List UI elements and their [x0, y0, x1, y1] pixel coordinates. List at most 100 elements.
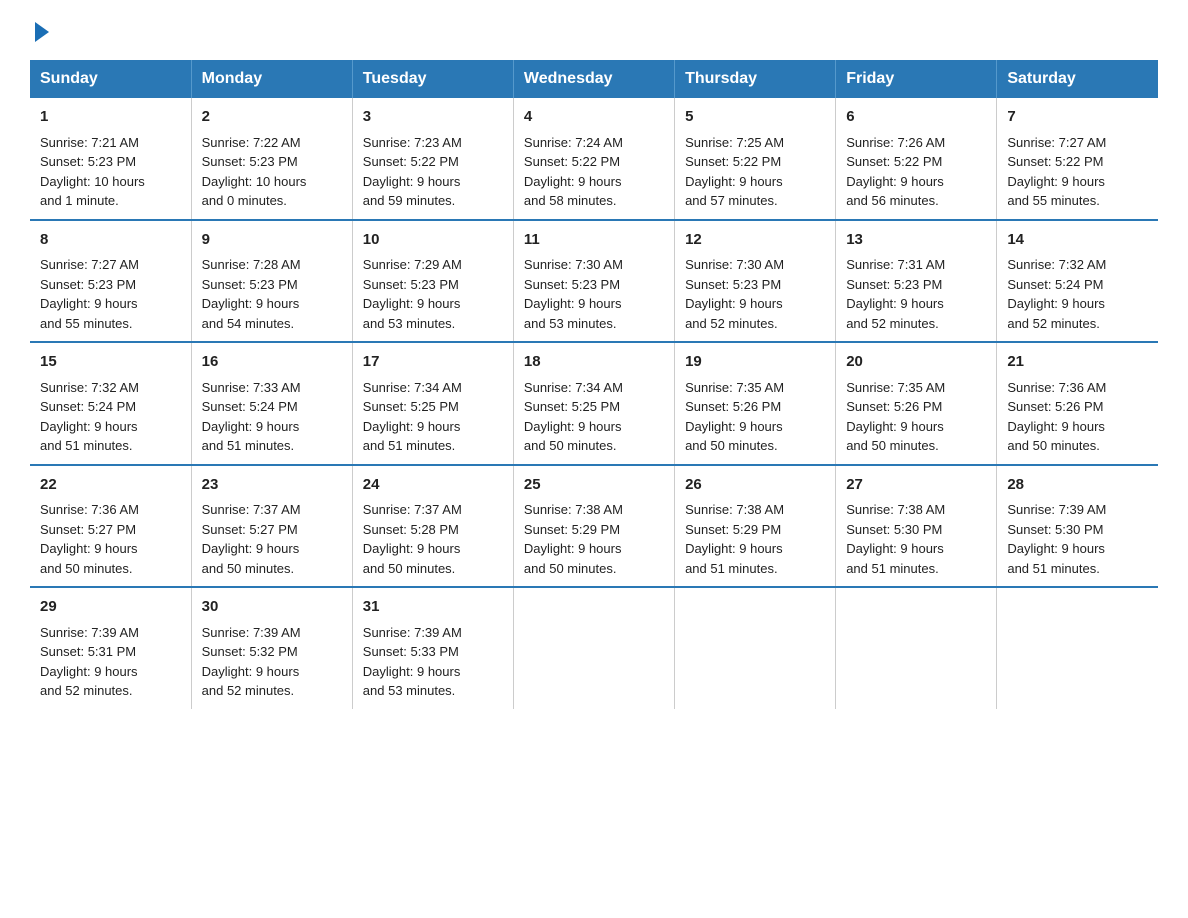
day-info: Sunrise: 7:31 AMSunset: 5:23 PMDaylight:… — [846, 257, 945, 331]
weekday-header-cell: Friday — [836, 60, 997, 98]
day-info: Sunrise: 7:35 AMSunset: 5:26 PMDaylight:… — [685, 380, 784, 454]
calendar-day-cell: 21 Sunrise: 7:36 AMSunset: 5:26 PMDayligh… — [997, 342, 1158, 465]
calendar-week-row: 15 Sunrise: 7:32 AMSunset: 5:24 PMDayligh… — [30, 342, 1158, 465]
calendar-day-cell — [836, 587, 997, 709]
day-info: Sunrise: 7:39 AMSunset: 5:30 PMDaylight:… — [1007, 502, 1106, 576]
day-number: 19 — [685, 351, 825, 374]
calendar-day-cell: 31 Sunrise: 7:39 AMSunset: 5:33 PMDayligh… — [352, 587, 513, 709]
calendar-table: SundayMondayTuesdayWednesdayThursdayFrid… — [30, 60, 1158, 709]
calendar-day-cell: 19 Sunrise: 7:35 AMSunset: 5:26 PMDayligh… — [675, 342, 836, 465]
calendar-day-cell — [675, 587, 836, 709]
day-number: 27 — [846, 474, 986, 497]
day-number: 15 — [40, 351, 181, 374]
day-info: Sunrise: 7:35 AMSunset: 5:26 PMDaylight:… — [846, 380, 945, 454]
calendar-day-cell: 29 Sunrise: 7:39 AMSunset: 5:31 PMDayligh… — [30, 587, 191, 709]
day-number: 21 — [1007, 351, 1148, 374]
calendar-day-cell: 3 Sunrise: 7:23 AMSunset: 5:22 PMDaylight… — [352, 98, 513, 220]
logo — [30, 20, 49, 42]
calendar-day-cell: 28 Sunrise: 7:39 AMSunset: 5:30 PMDayligh… — [997, 465, 1158, 588]
day-info: Sunrise: 7:27 AMSunset: 5:22 PMDaylight:… — [1007, 135, 1106, 209]
day-number: 5 — [685, 106, 825, 129]
day-info: Sunrise: 7:28 AMSunset: 5:23 PMDaylight:… — [202, 257, 301, 331]
day-number: 10 — [363, 229, 503, 252]
day-number: 9 — [202, 229, 342, 252]
day-number: 26 — [685, 474, 825, 497]
day-info: Sunrise: 7:26 AMSunset: 5:22 PMDaylight:… — [846, 135, 945, 209]
day-number: 14 — [1007, 229, 1148, 252]
day-info: Sunrise: 7:37 AMSunset: 5:27 PMDaylight:… — [202, 502, 301, 576]
weekday-header-cell: Sunday — [30, 60, 191, 98]
day-info: Sunrise: 7:39 AMSunset: 5:32 PMDaylight:… — [202, 625, 301, 699]
weekday-header-cell: Tuesday — [352, 60, 513, 98]
calendar-day-cell: 11 Sunrise: 7:30 AMSunset: 5:23 PMDayligh… — [513, 220, 674, 343]
day-info: Sunrise: 7:32 AMSunset: 5:24 PMDaylight:… — [40, 380, 139, 454]
calendar-day-cell: 14 Sunrise: 7:32 AMSunset: 5:24 PMDayligh… — [997, 220, 1158, 343]
calendar-day-cell: 20 Sunrise: 7:35 AMSunset: 5:26 PMDayligh… — [836, 342, 997, 465]
day-number: 20 — [846, 351, 986, 374]
day-number: 11 — [524, 229, 664, 252]
calendar-week-row: 8Sunrise: 7:27 AMSunset: 5:23 PMDaylight… — [30, 220, 1158, 343]
day-info: Sunrise: 7:37 AMSunset: 5:28 PMDaylight:… — [363, 502, 462, 576]
day-number: 17 — [363, 351, 503, 374]
day-number: 16 — [202, 351, 342, 374]
day-info: Sunrise: 7:36 AMSunset: 5:26 PMDaylight:… — [1007, 380, 1106, 454]
calendar-day-cell: 8Sunrise: 7:27 AMSunset: 5:23 PMDaylight… — [30, 220, 191, 343]
calendar-day-cell: 25 Sunrise: 7:38 AMSunset: 5:29 PMDayligh… — [513, 465, 674, 588]
day-info: Sunrise: 7:23 AMSunset: 5:22 PMDaylight:… — [363, 135, 462, 209]
day-number: 7 — [1007, 106, 1148, 129]
day-number: 22 — [40, 474, 181, 497]
day-info: Sunrise: 7:39 AMSunset: 5:31 PMDaylight:… — [40, 625, 139, 699]
calendar-day-cell: 9 Sunrise: 7:28 AMSunset: 5:23 PMDaylight… — [191, 220, 352, 343]
day-info: Sunrise: 7:32 AMSunset: 5:24 PMDaylight:… — [1007, 257, 1106, 331]
day-number: 25 — [524, 474, 664, 497]
calendar-day-cell — [997, 587, 1158, 709]
calendar-day-cell: 23 Sunrise: 7:37 AMSunset: 5:27 PMDayligh… — [191, 465, 352, 588]
day-info: Sunrise: 7:22 AMSunset: 5:23 PMDaylight:… — [202, 135, 307, 209]
calendar-day-cell: 6 Sunrise: 7:26 AMSunset: 5:22 PMDaylight… — [836, 98, 997, 220]
day-number: 12 — [685, 229, 825, 252]
day-number: 31 — [363, 596, 503, 619]
calendar-day-cell: 12 Sunrise: 7:30 AMSunset: 5:23 PMDayligh… — [675, 220, 836, 343]
day-info: Sunrise: 7:38 AMSunset: 5:30 PMDaylight:… — [846, 502, 945, 576]
calendar-day-cell: 7 Sunrise: 7:27 AMSunset: 5:22 PMDaylight… — [997, 98, 1158, 220]
weekday-header-row: SundayMondayTuesdayWednesdayThursdayFrid… — [30, 60, 1158, 98]
day-info: Sunrise: 7:30 AMSunset: 5:23 PMDaylight:… — [524, 257, 623, 331]
day-info: Sunrise: 7:21 AMSunset: 5:23 PMDaylight:… — [40, 135, 145, 209]
day-number: 30 — [202, 596, 342, 619]
calendar-day-cell — [513, 587, 674, 709]
calendar-day-cell: 4Sunrise: 7:24 AMSunset: 5:22 PMDaylight… — [513, 98, 674, 220]
calendar-day-cell: 26 Sunrise: 7:38 AMSunset: 5:29 PMDayligh… — [675, 465, 836, 588]
day-number: 29 — [40, 596, 181, 619]
day-info: Sunrise: 7:36 AMSunset: 5:27 PMDaylight:… — [40, 502, 139, 576]
day-info: Sunrise: 7:25 AMSunset: 5:22 PMDaylight:… — [685, 135, 784, 209]
day-info: Sunrise: 7:39 AMSunset: 5:33 PMDaylight:… — [363, 625, 462, 699]
calendar-body: 1Sunrise: 7:21 AMSunset: 5:23 PMDaylight… — [30, 98, 1158, 709]
day-number: 18 — [524, 351, 664, 374]
day-number: 6 — [846, 106, 986, 129]
day-info: Sunrise: 7:30 AMSunset: 5:23 PMDaylight:… — [685, 257, 784, 331]
day-number: 23 — [202, 474, 342, 497]
calendar-day-cell: 17 Sunrise: 7:34 AMSunset: 5:25 PMDayligh… — [352, 342, 513, 465]
day-number: 8 — [40, 229, 181, 252]
calendar-week-row: 29 Sunrise: 7:39 AMSunset: 5:31 PMDayligh… — [30, 587, 1158, 709]
day-info: Sunrise: 7:38 AMSunset: 5:29 PMDaylight:… — [524, 502, 623, 576]
day-info: Sunrise: 7:38 AMSunset: 5:29 PMDaylight:… — [685, 502, 784, 576]
calendar-day-cell: 2 Sunrise: 7:22 AMSunset: 5:23 PMDaylight… — [191, 98, 352, 220]
calendar-week-row: 1Sunrise: 7:21 AMSunset: 5:23 PMDaylight… — [30, 98, 1158, 220]
day-info: Sunrise: 7:34 AMSunset: 5:25 PMDaylight:… — [524, 380, 623, 454]
calendar-week-row: 22 Sunrise: 7:36 AMSunset: 5:27 PMDayligh… — [30, 465, 1158, 588]
calendar-day-cell: 15 Sunrise: 7:32 AMSunset: 5:24 PMDayligh… — [30, 342, 191, 465]
day-info: Sunrise: 7:34 AMSunset: 5:25 PMDaylight:… — [363, 380, 462, 454]
calendar-day-cell: 24Sunrise: 7:37 AMSunset: 5:28 PMDayligh… — [352, 465, 513, 588]
page-header — [30, 20, 1158, 42]
day-number: 2 — [202, 106, 342, 129]
weekday-header-cell: Saturday — [997, 60, 1158, 98]
calendar-day-cell: 18 Sunrise: 7:34 AMSunset: 5:25 PMDayligh… — [513, 342, 674, 465]
day-number: 28 — [1007, 474, 1148, 497]
day-info: Sunrise: 7:24 AMSunset: 5:22 PMDaylight:… — [524, 135, 623, 209]
calendar-day-cell: 10Sunrise: 7:29 AMSunset: 5:23 PMDayligh… — [352, 220, 513, 343]
day-number: 3 — [363, 106, 503, 129]
calendar-day-cell: 5 Sunrise: 7:25 AMSunset: 5:22 PMDaylight… — [675, 98, 836, 220]
calendar-day-cell: 27 Sunrise: 7:38 AMSunset: 5:30 PMDayligh… — [836, 465, 997, 588]
day-info: Sunrise: 7:33 AMSunset: 5:24 PMDaylight:… — [202, 380, 301, 454]
